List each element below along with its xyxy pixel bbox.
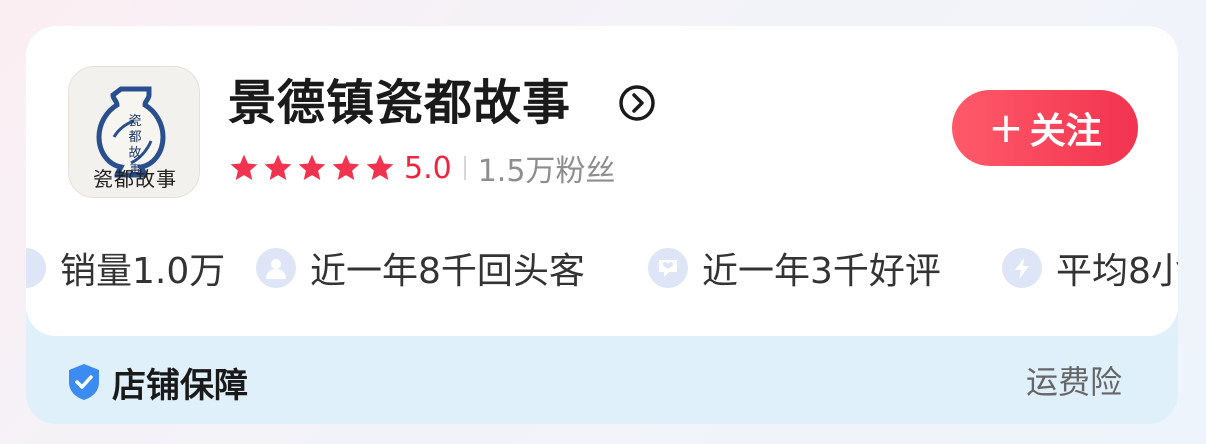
svg-text:故: 故 [128,146,141,161]
shop-info-panel: 瓷 都 故 事 瓷都故事 景德镇瓷都故事 5.0 1.5万粉丝 + 关注 销量1… [26,26,1178,336]
logo-caption: 瓷都故事 [93,167,177,191]
follow-button[interactable]: + 关注 [952,90,1138,166]
stats-row[interactable]: 销量1.0万 近一年8千回头客 近一年3千好评 平均8小 [26,240,1178,296]
comment-heart-icon [648,248,688,288]
svg-text:都: 都 [128,130,141,145]
guarantee-title: 店铺保障 [112,365,248,406]
stat-sales: 销量1.0万 [26,240,225,296]
shield-check-icon [69,364,99,400]
rating-row: 5.0 1.5万粉丝 [228,148,616,189]
shop-card: 瓷 都 故 事 瓷都故事 景德镇瓷都故事 5.0 1.5万粉丝 + 关注 销量1… [26,26,1178,424]
fans-count: 1.5万粉丝 [477,154,616,189]
plus-icon: + [988,103,1024,152]
rating-score: 5.0 [404,150,452,186]
star-icon [366,154,394,180]
stat-repeat-customers: 近一年8千回头客 [256,240,585,296]
star-icon [264,154,292,180]
user-icon [256,248,296,288]
stat-delivery-time: 平均8小 [1002,240,1178,296]
divider [463,156,466,180]
stat-label: 销量1.0万 [60,251,226,292]
follow-label: 关注 [1029,111,1102,152]
rating-stars [228,152,396,184]
shipping-insurance[interactable]: 运费险 [1026,360,1122,404]
shop-name[interactable]: 景德镇瓷都故事 [228,70,571,136]
stat-label: 平均8小 [1056,251,1178,292]
sales-icon [26,248,46,288]
stat-label: 近一年3千好评 [702,251,941,292]
svg-text:瓷: 瓷 [128,114,141,129]
stat-good-reviews: 近一年3千好评 [648,240,941,296]
chevron-right-circle-icon[interactable] [618,84,656,122]
star-icon [332,154,360,180]
stat-label: 近一年8千回头客 [310,251,585,292]
shop-guarantee[interactable]: 店铺保障 [66,360,248,406]
star-icon [298,154,326,180]
lightning-icon [1002,248,1042,288]
star-icon [230,154,258,180]
shop-logo[interactable]: 瓷 都 故 事 瓷都故事 [68,66,200,198]
